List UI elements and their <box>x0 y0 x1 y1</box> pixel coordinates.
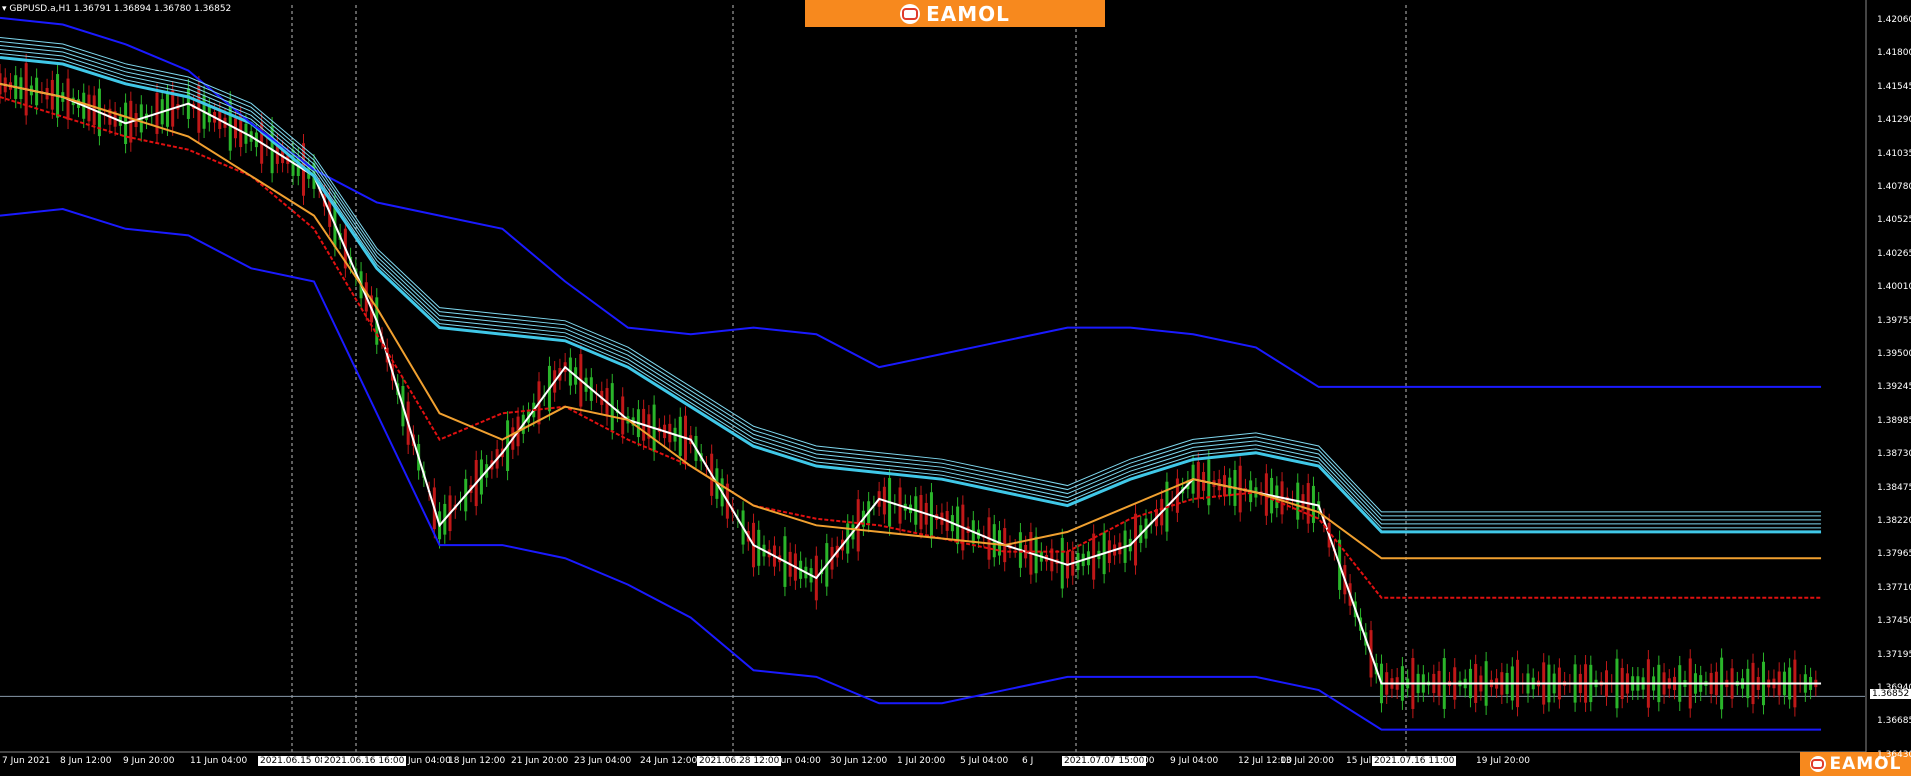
symbol-header: ▾ GBPUSD.a,H1 1.36791 1.36894 1.36780 1.… <box>2 4 231 14</box>
cyan-band-line <box>0 36 1822 513</box>
time-tick-label: 2021.06.16 16:00 <box>322 756 407 766</box>
series-line-0 <box>0 82 1822 685</box>
price-tick-label: 1.41290 <box>1877 115 1911 126</box>
time-tick-label: 19 Jul 20:00 <box>1476 756 1530 766</box>
time-tick-label: 2021.07.07 15:00 <box>1062 756 1147 766</box>
time-tick-label: 11 Jun 04:00 <box>190 756 248 766</box>
time-tick-label: 6 J <box>1022 756 1034 766</box>
cyan-band-line <box>0 52 1822 529</box>
time-tick-label: 15 Jul <box>1346 756 1372 766</box>
cyan-band-line <box>0 44 1822 521</box>
brand-name: EAMOL <box>926 1 1010 26</box>
time-tick-label: 18 Jun 12:00 <box>448 756 506 766</box>
time-tick-label: 9 Jun 20:00 <box>123 756 175 766</box>
price-tick-label: 1.36685 <box>1877 716 1911 727</box>
price-tick-label: 1.40265 <box>1877 248 1911 259</box>
time-tick-label: Jun 04:00 <box>408 756 451 766</box>
time-tick-label: 2021.07.16 11:00 <box>1372 756 1457 766</box>
time-tick-label: 5 Jul 04:00 <box>960 756 1009 766</box>
price-tick-label: 1.40780 <box>1877 182 1911 192</box>
time-tick-label: 1 Jul 20:00 <box>897 756 946 766</box>
chevron-down-icon[interactable]: ▾ <box>2 4 7 14</box>
symbol-name: GBPUSD.a,H1 <box>9 4 71 14</box>
time-tick-label: :00 <box>1140 756 1155 766</box>
ohlc-values: 1.36791 1.36894 1.36780 1.36852 <box>73 4 232 14</box>
cyan-band-line <box>0 48 1822 525</box>
price-tick-label: 1.38220 <box>1877 516 1911 526</box>
series-line-4 <box>0 207 1822 731</box>
time-tick-label: 2021.06.28 12:00 <box>697 756 782 766</box>
time-tick-label: 9 Jul 04:00 <box>1170 756 1219 766</box>
cyan-band-line <box>0 40 1822 517</box>
time-tick-label: 23 Jun 04:00 <box>574 756 632 766</box>
price-tick-label: 1.37195 <box>1877 649 1911 660</box>
time-tick-label: 24 Jun 12:00 <box>640 756 698 766</box>
time-tick-label: 21 Jun 20:00 <box>511 756 569 766</box>
price-tick-label: 1.41545 <box>1877 81 1911 92</box>
time-tick-label: 7 Jun 2021 <box>2 756 51 766</box>
price-tick-label: 1.42060 <box>1877 15 1911 25</box>
price-tick-label: 1.37450 <box>1877 616 1911 627</box>
price-tick-label: 1.37965 <box>1877 549 1911 560</box>
brand-logo-icon <box>1809 756 1826 772</box>
price-tick-label: 1.40525 <box>1877 215 1911 226</box>
price-tick-label: 1.38985 <box>1877 415 1911 426</box>
brand-banner: EAMOL <box>805 0 1105 27</box>
price-tick-label: 1.36430 <box>1877 749 1911 760</box>
price-tick-label: 1.38475 <box>1877 482 1911 493</box>
time-tick-label: 8 Jun 12:00 <box>60 756 112 766</box>
price-tick-label: 1.41800 <box>1877 48 1911 59</box>
price-tick-label: 1.39245 <box>1877 382 1911 393</box>
time-tick-label: Jun 04:00 <box>778 756 821 766</box>
price-tick-label: 1.37710 <box>1877 582 1911 593</box>
current-price-label: 1.36852 <box>1870 689 1911 699</box>
price-tick-label: 1.41035 <box>1877 148 1911 159</box>
time-tick-label: 2021.06.15 08: <box>258 756 331 766</box>
series-line-5 <box>0 16 1822 388</box>
price-tick-label: 1.38730 <box>1877 449 1911 460</box>
time-tick-label: 13 Jul 20:00 <box>1280 756 1334 766</box>
price-tick-label: 1.39755 <box>1877 315 1911 326</box>
time-tick-label: 30 Jun 12:00 <box>830 756 888 766</box>
brand-logo-icon <box>900 3 921 24</box>
price-tick-label: 1.40010 <box>1877 282 1911 293</box>
price-tick-label: 1.39500 <box>1877 349 1911 359</box>
price-chart[interactable] <box>0 0 1911 776</box>
